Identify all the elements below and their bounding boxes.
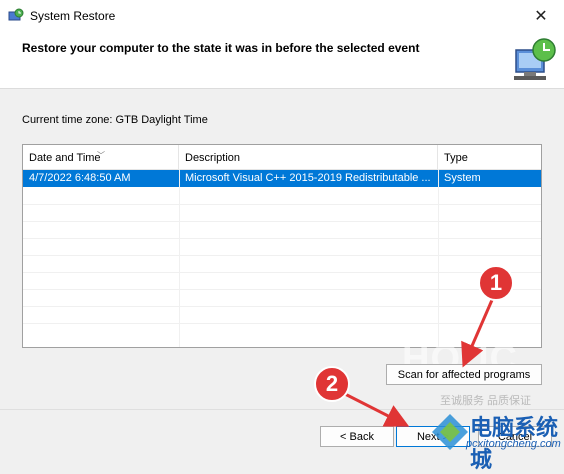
grid-line — [438, 169, 439, 347]
grid-line — [23, 272, 541, 273]
restore-points-table[interactable]: Date and Time ﹀ Description Type 4/7/202… — [22, 144, 542, 348]
cell-description: Microsoft Visual C++ 2015-2019 Redistrib… — [185, 172, 431, 184]
computer-restore-icon — [514, 38, 556, 80]
watermark-url: pcxitongcheng.com — [466, 438, 561, 450]
grid-line — [23, 238, 541, 239]
column-header-type[interactable]: Type — [438, 145, 541, 169]
step-badge-2: 2 — [314, 366, 350, 402]
column-header-date[interactable]: Date and Time ﹀ — [23, 145, 179, 169]
grid-line — [23, 323, 541, 324]
grid-line — [179, 169, 180, 347]
table-row[interactable]: 4/7/2022 6:48:50 AM Microsoft Visual C++… — [23, 170, 541, 187]
close-button[interactable]: ✕ — [518, 0, 564, 32]
cell-type: System — [444, 172, 481, 184]
close-icon: ✕ — [534, 8, 548, 25]
watermark-logo-icon — [432, 414, 468, 450]
system-restore-icon — [8, 8, 24, 21]
scan-affected-programs-button[interactable]: Scan for affected programs — [386, 364, 542, 385]
grid-line — [23, 204, 541, 205]
cell-date: 4/7/2022 6:48:50 AM — [29, 172, 131, 184]
wizard-header: Restore your computer to the state it wa… — [0, 32, 564, 89]
timezone-label: Current time zone: GTB Daylight Time — [22, 114, 208, 126]
title-bar: System Restore ✕ — [0, 0, 564, 32]
column-header-label: Type — [444, 152, 468, 164]
column-header-label: Description — [185, 152, 241, 164]
sort-arrow-icon: ﹀ — [97, 151, 105, 160]
header-title: Restore your computer to the state it wa… — [22, 41, 420, 55]
grid-line — [23, 306, 541, 307]
grid-line — [23, 255, 541, 256]
column-header-description[interactable]: Description — [179, 145, 438, 169]
table-header: Date and Time ﹀ Description Type — [23, 145, 541, 170]
back-button[interactable]: < Back — [320, 426, 394, 447]
window-title: System Restore — [30, 9, 116, 23]
column-header-label: Date and Time — [29, 152, 101, 164]
grid-line — [23, 289, 541, 290]
step-badge-1: 1 — [478, 265, 514, 301]
watermark-subtext: 至诚服务 品质保证 — [440, 395, 532, 407]
grid-line — [23, 221, 541, 222]
